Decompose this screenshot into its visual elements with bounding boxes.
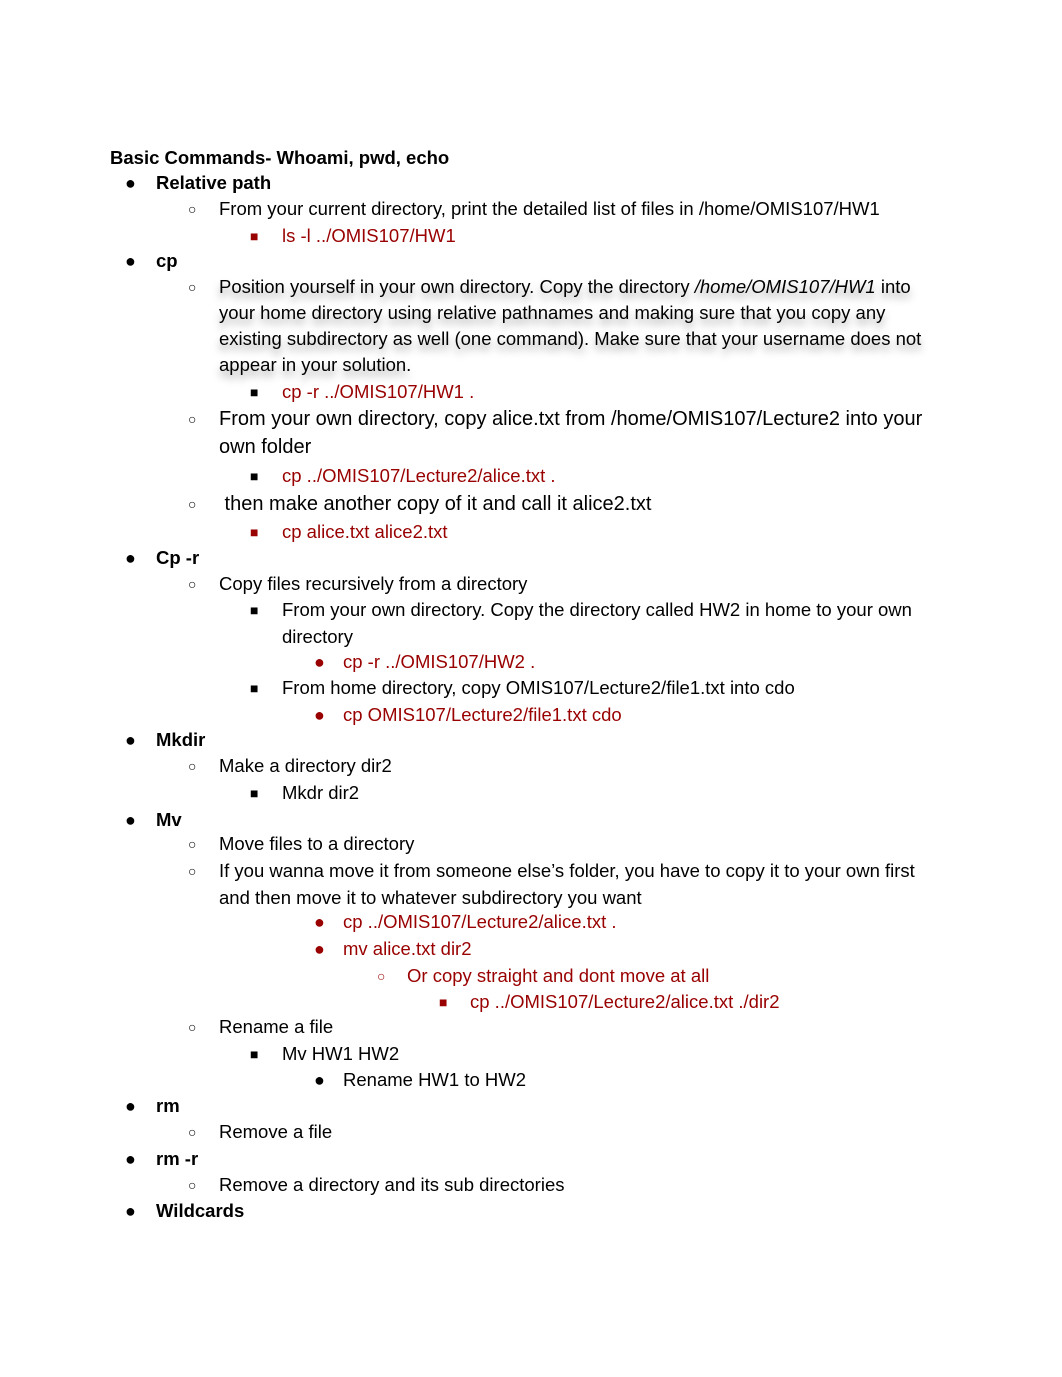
bullet-square-icon: ■ [250,602,259,618]
bullet-disc-icon: ● [125,251,136,271]
list-item-continuation: own folder [219,436,312,458]
item-text: into [875,276,911,297]
bullet-circle-icon: ○ [188,496,197,512]
bullet-disc-icon: ● [125,730,136,750]
list-item: then make another copy of it and call it… [219,493,652,515]
section-heading-mv: Mv [156,809,182,830]
list-item-continuation: appear in your solution. [219,354,412,375]
section-heading-wildcards: Wildcards [156,1200,245,1221]
bullet-circle-icon: ○ [188,279,197,295]
list-item: If you wanna move it from someone else’s… [219,860,915,881]
section-heading-cp-r: Cp -r [156,547,200,568]
answer-command: Mkdr dir2 [282,782,360,803]
bullet-circle-icon: ○ [188,1177,197,1193]
bullet-disc-icon: ● [314,912,325,932]
list-item: Make a directory dir2 [219,755,392,776]
path-text: /home/OMIS107/HW1 [694,276,876,297]
list-item-continuation: your home directory using relative pathn… [219,302,886,323]
answer-command: cp alice.txt alice2.txt [282,521,448,542]
bullet-circle-icon: ○ [377,968,386,984]
list-item: From your own directory. Copy the direct… [282,599,912,620]
bullet-disc-icon: ● [125,548,136,568]
bullet-disc-icon: ● [125,1149,136,1169]
list-item: Copy files recursively from a directory [219,573,528,594]
answer-command: cp -r ../OMIS107/HW2 . [343,651,536,672]
bullet-circle-icon: ○ [188,758,197,774]
list-item: Remove a directory and its sub directori… [219,1174,565,1195]
list-item: From your own directory, copy alice.txt … [219,408,923,430]
list-item: Rename a file [219,1016,334,1037]
bullet-disc-icon: ● [314,1070,325,1090]
answer-command: Mv HW1 HW2 [282,1043,400,1064]
bullet-disc-icon: ● [125,1201,136,1221]
answer-command: cp ../OMIS107/Lecture2/alice.txt . [343,911,617,932]
list-item-continuation: existing subdirectory as well (one comma… [219,328,922,349]
answer-command: cp ../OMIS107/Lecture2/alice.txt ./dir2 [470,991,780,1012]
bullet-square-icon: ■ [250,468,259,484]
bullet-circle-icon: ○ [188,576,197,592]
answer-command: ls -l ../OMIS107/HW1 [282,225,456,246]
section-heading-mkdir: Mkdir [156,729,206,750]
page-title: Basic Commands- Whoami, pwd, echo [110,147,450,168]
section-heading-cp: cp [156,250,178,271]
bullet-disc-icon: ● [314,939,325,959]
answer-note: Rename HW1 to HW2 [343,1069,526,1090]
answer-command: cp ../OMIS107/Lecture2/alice.txt . [282,465,556,486]
bullet-circle-icon: ○ [188,201,197,217]
bullet-circle-icon: ○ [188,836,197,852]
answer-note: Or copy straight and dont move at all [407,965,710,986]
bullet-square-icon: ■ [250,524,259,540]
bullet-square-icon: ■ [250,680,259,696]
bullet-square-icon: ■ [439,994,448,1010]
bullet-square-icon: ■ [250,1046,259,1062]
bullet-circle-icon: ○ [188,863,197,879]
list-item-continuation: and then move it to whatever subdirector… [219,887,642,908]
answer-command: mv alice.txt dir2 [343,938,472,959]
list-item: Move files to a directory [219,833,415,854]
bullet-disc-icon: ● [125,173,136,193]
item-text: Position yourself in your own directory.… [219,276,695,297]
list-item-continuation: directory [282,626,353,647]
list-item: Position yourself in your own directory.… [219,274,911,300]
section-heading-relative-path: Relative path [156,172,272,193]
list-item: From home directory, copy OMIS107/Lectur… [282,677,795,698]
bullet-disc-icon: ● [314,652,325,672]
section-heading-rm: rm [156,1095,180,1116]
bullet-disc-icon: ● [314,705,325,725]
bullet-square-icon: ■ [250,384,259,400]
section-heading-rm-r: rm -r [156,1148,199,1169]
bullet-square-icon: ■ [250,228,259,244]
bullet-circle-icon: ○ [188,1124,197,1140]
bullet-disc-icon: ● [125,810,136,830]
answer-command: cp -r ../OMIS107/HW1 . [282,381,475,402]
bullet-square-icon: ■ [250,785,259,801]
bullet-circle-icon: ○ [188,1019,197,1035]
bullet-disc-icon: ● [125,1096,136,1116]
list-item: Remove a file [219,1121,333,1142]
bullet-circle-icon: ○ [188,411,197,427]
answer-command: cp OMIS107/Lecture2/file1.txt cdo [343,704,622,725]
list-item: From your current directory, print the d… [219,198,880,219]
